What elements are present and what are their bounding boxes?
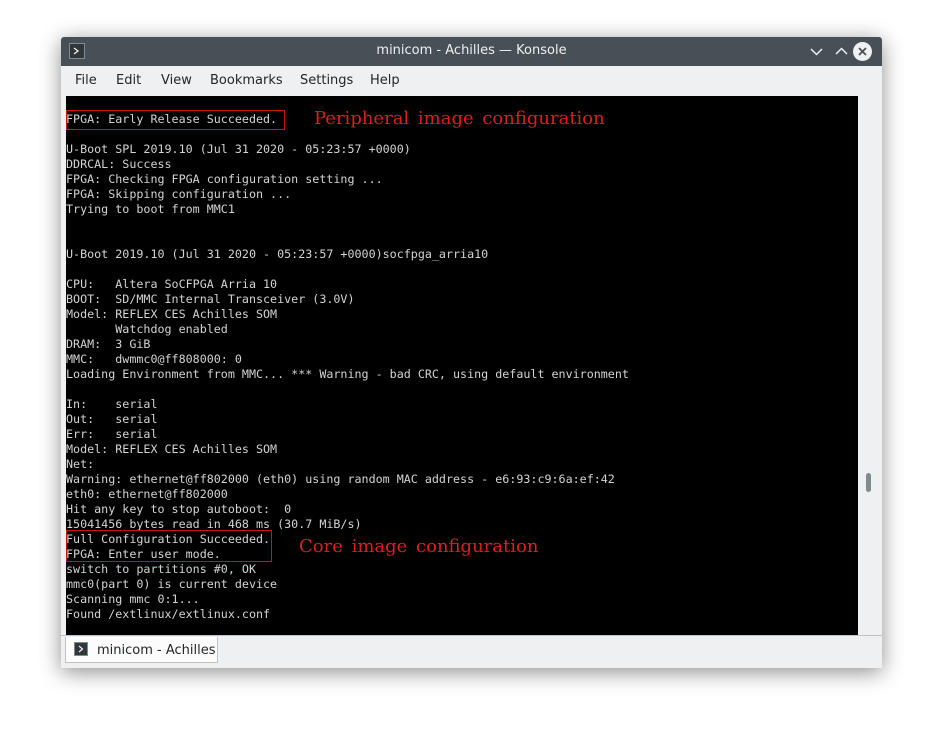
terminal-line: MMC: dwmmc0@ff808000: 0 — [66, 352, 242, 366]
terminal-line: DRAM: 3 GiB — [66, 337, 151, 351]
title-bar[interactable]: minicom - Achilles — Konsole — [61, 37, 882, 66]
terminal-line: Scanning mmc 0:1... — [66, 592, 200, 606]
menu-bar: File Edit View Bookmarks Settings Help — [61, 66, 882, 96]
chevron-down-icon — [810, 48, 823, 56]
terminal-line: Warning: ethernet@ff802000 (eth0) using … — [66, 472, 615, 486]
tab-label: minicom - Achilles — [97, 643, 216, 658]
terminal-line: switch to partitions #0, OK — [66, 562, 256, 576]
terminal-output[interactable]: FPGA: Early Release Succeeded. U-Boot SPL… — [66, 96, 858, 635]
terminal-line: CPU: Altera SoCFPGA Arria 10 — [66, 277, 278, 291]
menu-edit[interactable]: Edit — [116, 73, 141, 88]
terminal-line: mmc0(part 0) is current device — [66, 577, 278, 591]
close-icon — [858, 47, 867, 56]
terminal-line: eth0: ethernet@ff802000 — [66, 487, 228, 501]
chevron-up-icon — [835, 47, 848, 55]
core-highlight-box — [66, 530, 272, 562]
scrollbar-thumb[interactable] — [866, 473, 871, 492]
terminal-line: DDRCAL: Success — [66, 157, 172, 171]
scrollbar[interactable] — [858, 96, 882, 635]
terminal-line: Net: — [66, 457, 116, 471]
maximize-button[interactable] — [832, 42, 851, 61]
menu-help[interactable]: Help — [370, 73, 400, 88]
terminal-line: Hit any key to stop autoboot: 0 — [66, 502, 292, 516]
terminal-line: Model: REFLEX CES Achilles SOM — [66, 442, 278, 456]
terminal-line: Model: REFLEX CES Achilles SOM — [66, 307, 278, 321]
menu-file[interactable]: File — [75, 73, 97, 88]
peripheral-highlight-box — [66, 110, 285, 130]
minimize-button[interactable] — [807, 42, 826, 61]
terminal-line: U-Boot SPL 2019.10 (Jul 31 2020 - 05:23:… — [66, 142, 411, 156]
terminal-line: Watchdog enabled — [66, 322, 228, 336]
menu-settings[interactable]: Settings — [300, 73, 353, 88]
konsole-window: minicom - Achilles — Konsole File Edit V… — [61, 37, 882, 668]
terminal-line: FPGA: Skipping configuration ... — [66, 187, 292, 201]
terminal-line: Loading Environment from MMC... *** Warn… — [66, 367, 629, 381]
terminal-line: Found /extlinux/extlinux.conf — [66, 607, 271, 621]
terminal-line: Err: serial — [66, 427, 158, 441]
terminal-line: BOOT: SD/MMC Internal Transceiver (3.0V) — [66, 292, 355, 306]
window-title: minicom - Achilles — Konsole — [376, 43, 567, 58]
tab-minicom-achilles[interactable]: minicom - Achilles — [65, 637, 218, 663]
terminal-line: In: serial — [66, 397, 158, 411]
terminal-line: Out: serial — [66, 412, 158, 426]
terminal-line: Trying to boot from MMC1 — [66, 202, 235, 216]
menu-bookmarks[interactable]: Bookmarks — [210, 73, 283, 88]
core-annotation: Core image configuration — [299, 536, 539, 557]
close-button[interactable] — [853, 42, 872, 61]
terminal-icon — [74, 642, 88, 656]
menu-view[interactable]: View — [161, 73, 192, 88]
terminal-line: FPGA: Checking FPGA configuration settin… — [66, 172, 383, 186]
terminal-line: U-Boot 2019.10 (Jul 31 2020 - 05:23:57 +… — [66, 247, 489, 261]
peripheral-annotation: Peripheral image configuration — [314, 108, 605, 129]
tab-bar: minicom - Achilles — [61, 635, 882, 668]
